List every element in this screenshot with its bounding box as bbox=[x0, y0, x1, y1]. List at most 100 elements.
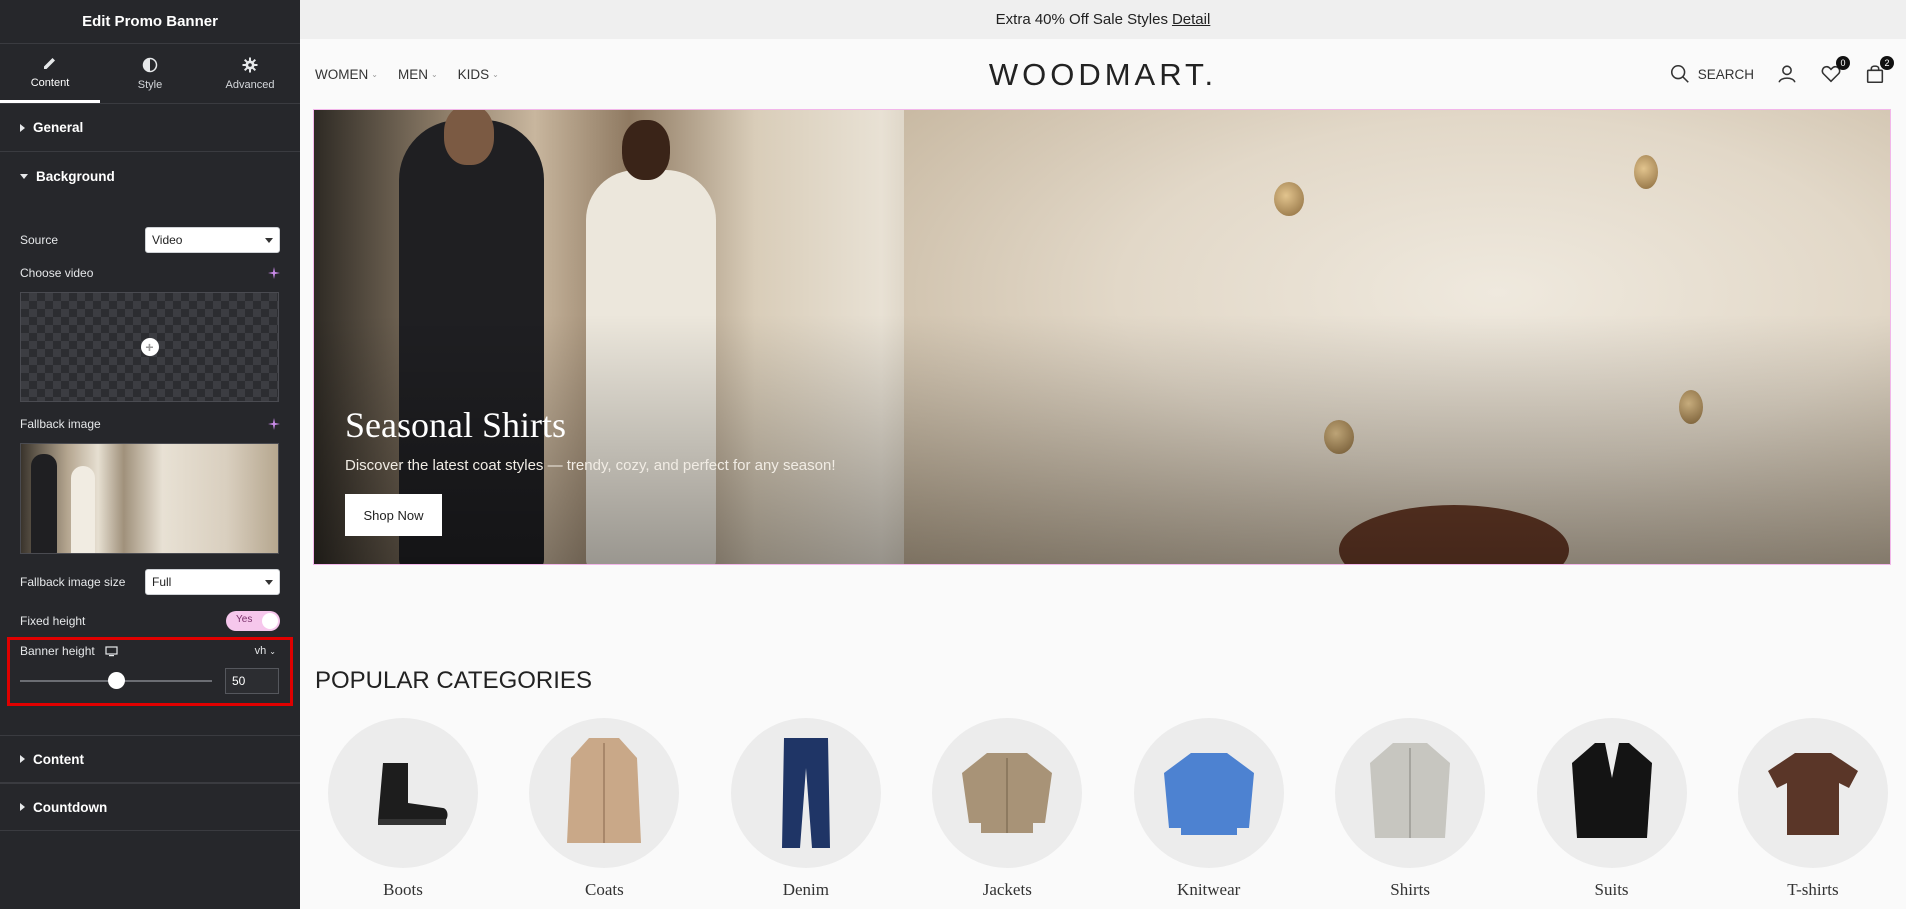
source-control: Source Video bbox=[20, 227, 280, 253]
tab-advanced[interactable]: Advanced bbox=[200, 44, 300, 103]
thumbnail-figure-light bbox=[71, 466, 95, 553]
topbar-text: Extra 40% Off Sale Styles bbox=[995, 11, 1168, 28]
fallback-size-control: Fallback image size Full bbox=[20, 569, 280, 595]
tab-content-label: Content bbox=[30, 77, 70, 89]
nav-men[interactable]: MEN ⌄ bbox=[398, 67, 438, 82]
section-content[interactable]: Content bbox=[0, 735, 300, 783]
section-countdown-label: Countdown bbox=[33, 799, 108, 815]
boot-icon bbox=[378, 763, 448, 825]
fixed-height-label: Fixed height bbox=[20, 614, 86, 628]
category-label: Suits bbox=[1594, 880, 1629, 899]
nav-kids-label: KIDS bbox=[457, 66, 490, 82]
ai-sparkle-icon[interactable] bbox=[268, 267, 280, 279]
account-button[interactable] bbox=[1776, 63, 1798, 85]
desktop-icon[interactable] bbox=[105, 645, 118, 657]
site-header: WOMEN ⌄ MEN ⌄ KIDS ⌄ WOODMART. SEARCH 0 2 bbox=[300, 39, 1906, 109]
cart-count-badge: 2 bbox=[1880, 56, 1894, 70]
section-countdown[interactable]: Countdown bbox=[0, 783, 300, 831]
shop-now-button[interactable]: Shop Now bbox=[345, 494, 442, 536]
fallback-image-thumbnail[interactable] bbox=[20, 443, 279, 554]
header-tools: SEARCH 0 2 bbox=[1669, 39, 1894, 109]
chevron-down-icon: ⌄ bbox=[269, 646, 276, 656]
nav-kids[interactable]: KIDS ⌄ bbox=[458, 67, 499, 82]
nav-women-label: WOMEN bbox=[315, 66, 369, 82]
category-shirts[interactable]: Shirts bbox=[1335, 718, 1486, 900]
section-general-label: General bbox=[33, 120, 84, 135]
unit-selector[interactable]: vh ⌄ bbox=[255, 645, 276, 657]
category-t-shirts[interactable]: T-shirts bbox=[1737, 718, 1888, 900]
tab-style[interactable]: Style bbox=[100, 44, 200, 103]
section-background[interactable]: Background bbox=[0, 152, 300, 200]
category-denim[interactable]: Denim bbox=[730, 718, 881, 900]
panel-tabs: Content Style Advanced bbox=[0, 44, 300, 104]
category-image bbox=[932, 718, 1083, 868]
source-select[interactable]: Video bbox=[145, 227, 280, 253]
pencil-icon bbox=[44, 58, 55, 69]
hero-subtitle: Discover the latest coat styles — trendy… bbox=[345, 457, 836, 474]
search-button[interactable]: SEARCH bbox=[1669, 63, 1754, 85]
category-image bbox=[1133, 718, 1284, 868]
unit-value: vh bbox=[254, 645, 267, 657]
fallback-size-select[interactable]: Full bbox=[145, 569, 280, 595]
topbar-detail-link[interactable]: Detail bbox=[1172, 11, 1210, 28]
fallback-image-label: Fallback image bbox=[20, 417, 101, 431]
chevron-down-icon: ⌄ bbox=[430, 69, 438, 79]
thumbnail-figure-dark bbox=[31, 454, 57, 553]
gear-icon bbox=[242, 57, 258, 72]
category-label: Jackets bbox=[982, 880, 1032, 899]
toggle-knob bbox=[262, 613, 278, 629]
tab-advanced-label: Advanced bbox=[225, 78, 275, 91]
nav-women[interactable]: WOMEN ⌄ bbox=[315, 67, 378, 82]
dropdown-arrow-icon bbox=[265, 579, 273, 585]
dropdown-arrow-icon bbox=[265, 237, 273, 243]
add-media-icon[interactable]: + bbox=[140, 338, 159, 356]
hero-overlay bbox=[314, 110, 1890, 564]
banner-height-input[interactable] bbox=[225, 668, 279, 694]
category-image bbox=[1536, 718, 1687, 868]
video-picker[interactable]: + bbox=[20, 292, 279, 402]
editor-panel: Edit Promo Banner Content Style Advanced… bbox=[0, 0, 300, 909]
fallback-size-value: Full bbox=[152, 575, 172, 589]
jeans-icon bbox=[781, 738, 830, 848]
category-image bbox=[1335, 718, 1486, 868]
promo-banner[interactable]: Seasonal Shirts Discover the latest coat… bbox=[313, 109, 1891, 565]
category-knitwear[interactable]: Knitwear bbox=[1133, 718, 1284, 900]
section-general[interactable]: General bbox=[0, 104, 300, 152]
caret-down-icon bbox=[20, 173, 28, 179]
wishlist-button[interactable]: 0 bbox=[1820, 56, 1850, 85]
search-icon bbox=[1670, 64, 1689, 83]
choose-video-control: Choose video bbox=[20, 266, 280, 280]
fallback-image-control: Fallback image bbox=[20, 417, 280, 431]
banner-height-label: Banner height bbox=[20, 644, 95, 658]
promo-topbar: Extra 40% Off Sale Styles Detail bbox=[300, 0, 1906, 39]
category-label: T-shirts bbox=[1787, 880, 1839, 899]
category-label: Shirts bbox=[1390, 880, 1430, 899]
tab-content[interactable]: Content bbox=[0, 44, 100, 103]
section-content-label: Content bbox=[33, 751, 84, 767]
site-preview: Extra 40% Off Sale Styles Detail WOMEN ⌄ … bbox=[300, 0, 1906, 909]
category-label: Boots bbox=[383, 880, 423, 899]
category-coats[interactable]: Coats bbox=[529, 718, 680, 900]
source-label: Source bbox=[20, 233, 59, 247]
ai-sparkle-icon[interactable] bbox=[268, 418, 280, 430]
caret-right-icon bbox=[20, 123, 25, 132]
nav-men-label: MEN bbox=[397, 66, 428, 82]
half-circle-icon bbox=[142, 57, 158, 72]
cart-button[interactable]: 2 bbox=[1864, 56, 1894, 85]
category-jackets[interactable]: Jackets bbox=[932, 718, 1083, 900]
chevron-down-icon: ⌄ bbox=[492, 69, 499, 79]
fixed-height-control: Fixed height Yes bbox=[20, 611, 280, 631]
category-label: Knitwear bbox=[1177, 880, 1241, 899]
jacket-icon bbox=[962, 753, 1053, 833]
source-value: Video bbox=[152, 233, 183, 247]
site-logo[interactable]: WOODMART. bbox=[989, 57, 1217, 93]
fixed-height-toggle[interactable]: Yes bbox=[226, 611, 280, 631]
banner-height-slider-handle[interactable] bbox=[108, 672, 125, 689]
shirt-icon bbox=[1370, 743, 1451, 838]
chevron-down-icon: ⌄ bbox=[371, 69, 378, 79]
category-boots[interactable]: Boots bbox=[328, 718, 478, 900]
category-image bbox=[730, 718, 881, 868]
category-image bbox=[328, 718, 478, 868]
suit-icon bbox=[1571, 743, 1652, 838]
category-suits[interactable]: Suits bbox=[1536, 718, 1687, 900]
